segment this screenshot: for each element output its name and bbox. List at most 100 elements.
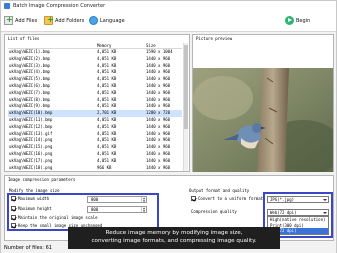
size-cell: 1440 x 960 <box>146 130 171 136</box>
table-row[interactable]: ukVag\WEZC(13).gif 4,051 KB 1440 x 960 <box>8 131 182 138</box>
app-window: Batch Image Compression Converter Add Fi… <box>0 0 337 253</box>
memory-cell: 4,051 KB <box>97 123 117 129</box>
output-format-label: Output format and quality <box>189 188 250 193</box>
size-cell: 1280 x 720 <box>146 110 171 116</box>
file-count: Number of files: 61 <box>4 245 52 251</box>
table-row[interactable]: ukVag\WEZC(18).png 966 KB 1440 x 960 <box>8 165 182 172</box>
file-name-cell: ukVag\WEZC(16).png <box>9 150 53 156</box>
title-bar: Batch Image Compression Converter <box>1 1 336 10</box>
globe-icon <box>89 16 98 25</box>
add-files-button[interactable]: Add Files <box>4 15 37 26</box>
add-folders-label: Add Folders <box>55 17 85 24</box>
memory-cell: 4,051 KB <box>97 144 117 150</box>
memory-cell: 4,051 KB <box>97 137 117 143</box>
scrollbar-thumb[interactable] <box>184 45 188 129</box>
size-cell: 1440 x 960 <box>146 116 171 122</box>
table-row[interactable]: ukVag\WEZC(1).bmp 4,051 KB 1590 x 1004 <box>8 49 182 56</box>
add-file-icon <box>4 15 13 25</box>
file-list-scrollbar[interactable] <box>183 43 188 171</box>
column-header-memory[interactable]: Memory <box>97 43 111 48</box>
memory-cell: 2,701 KB <box>97 110 117 116</box>
size-cell: 1440 x 960 <box>146 69 171 75</box>
caption-line-2: converting image formats, and compressin… <box>91 237 257 244</box>
memory-cell: 4,051 KB <box>97 150 117 156</box>
file-name-cell: ukVag\WEZC(15).png <box>9 144 53 150</box>
parameters-heading: Image compression parameters <box>8 177 76 182</box>
preview-heading: Picture preview <box>196 36 233 41</box>
size-cell: 1440 x 960 <box>146 76 171 82</box>
file-name-cell: ukVag\WEZC(11).bmp <box>9 116 53 122</box>
file-name-cell: ukVag\WEZC(5).bmp <box>9 76 50 82</box>
file-list-panel: List of files Memory Size ukVag\WEZC(1).… <box>4 34 190 172</box>
table-row[interactable]: ukVag\WEZC(15).png 4,051 KB 1440 x 960 <box>8 144 182 151</box>
memory-cell: 4,051 KB <box>97 96 117 102</box>
preview-panel: Picture preview <box>192 34 334 172</box>
convert-format-checkbox[interactable] <box>191 196 196 201</box>
size-cell: 1440 x 960 <box>146 55 171 61</box>
add-folders-button[interactable]: Add Folders <box>44 15 84 26</box>
table-row[interactable]: ukVag\WEZC(9).bmp 4,051 KB 1440 x 960 <box>8 103 182 110</box>
file-name-cell: ukVag\WEZC(8).bmp <box>9 96 50 102</box>
file-name-cell: ukVag\WEZC(14).png <box>9 137 53 143</box>
add-folder-icon <box>44 15 54 25</box>
memory-cell: 4,051 KB <box>97 89 117 95</box>
file-name-cell: ukVag\WEZC(7).bmp <box>9 89 50 95</box>
table-row[interactable]: ukVag\WEZC(11).bmp 4,051 KB 1440 x 960 <box>8 117 182 124</box>
size-cell: 1440 x 960 <box>146 150 171 156</box>
size-cell: 1440 x 960 <box>146 157 171 163</box>
size-cell: 1590 x 1004 <box>146 49 173 54</box>
memory-cell: 4,051 KB <box>97 69 117 75</box>
size-cell: 1440 x 960 <box>146 103 171 109</box>
table-row[interactable]: ukVag\WEZC(12).bmp 4,051 KB 1440 x 960 <box>8 124 182 131</box>
size-cell: 1440 x 960 <box>146 89 171 95</box>
preview-image <box>193 68 333 172</box>
memory-cell: 4,051 KB <box>97 55 117 61</box>
file-list: ukVag\WEZC(1).bmp 4,051 KB 1590 x 1004 ukVa… <box>8 49 182 171</box>
table-row[interactable]: ukVag\WEZC(10).bmp 2,701 KB 1280 x 720 <box>8 110 182 117</box>
size-cell: 1440 x 960 <box>146 137 171 143</box>
size-cell: 1440 x 960 <box>146 144 171 150</box>
file-name-cell: ukVag\WEZC(2).bmp <box>9 55 50 61</box>
file-list-heading: List of files <box>8 36 40 41</box>
table-row[interactable]: ukVag\WEZC(14).png 4,051 KB 1440 x 960 <box>8 137 182 144</box>
file-name-cell: ukVag\WEZC(13).gif <box>9 130 53 136</box>
file-name-cell: ukVag\WEZC(10).bmp <box>9 110 53 116</box>
app-icon <box>4 2 10 9</box>
column-header-size[interactable]: Size <box>146 43 156 48</box>
table-row[interactable]: ukVag\WEZC(7).bmp 4,051 KB 1440 x 960 <box>8 90 182 97</box>
memory-cell: 4,051 KB <box>97 157 117 163</box>
memory-cell: 4,051 KB <box>97 49 117 54</box>
size-cell: 1440 x 960 <box>146 62 171 68</box>
begin-button[interactable]: Begin <box>285 15 310 26</box>
memory-cell: 4,051 KB <box>97 130 117 136</box>
memory-cell: 966 KB <box>97 164 112 170</box>
caption-line-1: Reduce image memory by modifying image s… <box>105 230 243 236</box>
table-row[interactable]: ukVag\WEZC(3).bmp 4,051 KB 1440 x 960 <box>8 63 182 70</box>
table-row[interactable]: ukVag\WEZC(4).bmp 4,051 KB 1440 x 960 <box>8 69 182 76</box>
file-name-cell: ukVag\WEZC(6).bmp <box>9 82 50 88</box>
table-row[interactable]: ukVag\WEZC(8).bmp 4,051 KB 1440 x 960 <box>8 97 182 104</box>
size-cell: 1440 x 960 <box>146 82 171 88</box>
file-name-cell: ukVag\WEZC(9).bmp <box>9 103 50 109</box>
memory-cell: 4,051 KB <box>97 103 117 109</box>
table-row[interactable]: ukVag\WEZC(6).bmp 4,051 KB 1440 x 960 <box>8 83 182 90</box>
memory-cell: 4,051 KB <box>97 116 117 122</box>
file-name-cell: ukVag\WEZC(17).png <box>9 157 53 163</box>
window-title: Batch Image Compression Converter <box>13 2 106 9</box>
file-name-cell: ukVag\WEZC(12).bmp <box>9 123 53 129</box>
memory-cell: 4,051 KB <box>97 76 117 82</box>
language-label: Language <box>100 17 125 24</box>
table-row[interactable]: ukVag\WEZC(17).png 4,051 KB 1440 x 960 <box>8 158 182 165</box>
play-icon <box>285 16 294 25</box>
caption-banner: Reduce image memory by modifying image s… <box>68 227 280 249</box>
table-row[interactable]: ukVag\WEZC(5).bmp 4,051 KB 1440 x 960 <box>8 76 182 83</box>
table-row[interactable]: ukVag\WEZC(2).bmp 4,051 KB 1440 x 960 <box>8 56 182 63</box>
file-name-cell: ukVag\WEZC(3).bmp <box>9 62 50 68</box>
file-name-cell: ukVag\WEZC(4).bmp <box>9 69 50 75</box>
file-name-cell: ukVag\WEZC(18).png <box>9 164 53 170</box>
file-name-cell: ukVag\WEZC(1).bmp <box>9 49 50 54</box>
size-cell: 1440 x 960 <box>146 96 171 102</box>
table-row[interactable]: ukVag\WEZC(16).png 4,051 KB 1440 x 960 <box>8 151 182 158</box>
memory-cell: 4,051 KB <box>97 82 117 88</box>
language-button[interactable]: Language <box>89 15 125 26</box>
